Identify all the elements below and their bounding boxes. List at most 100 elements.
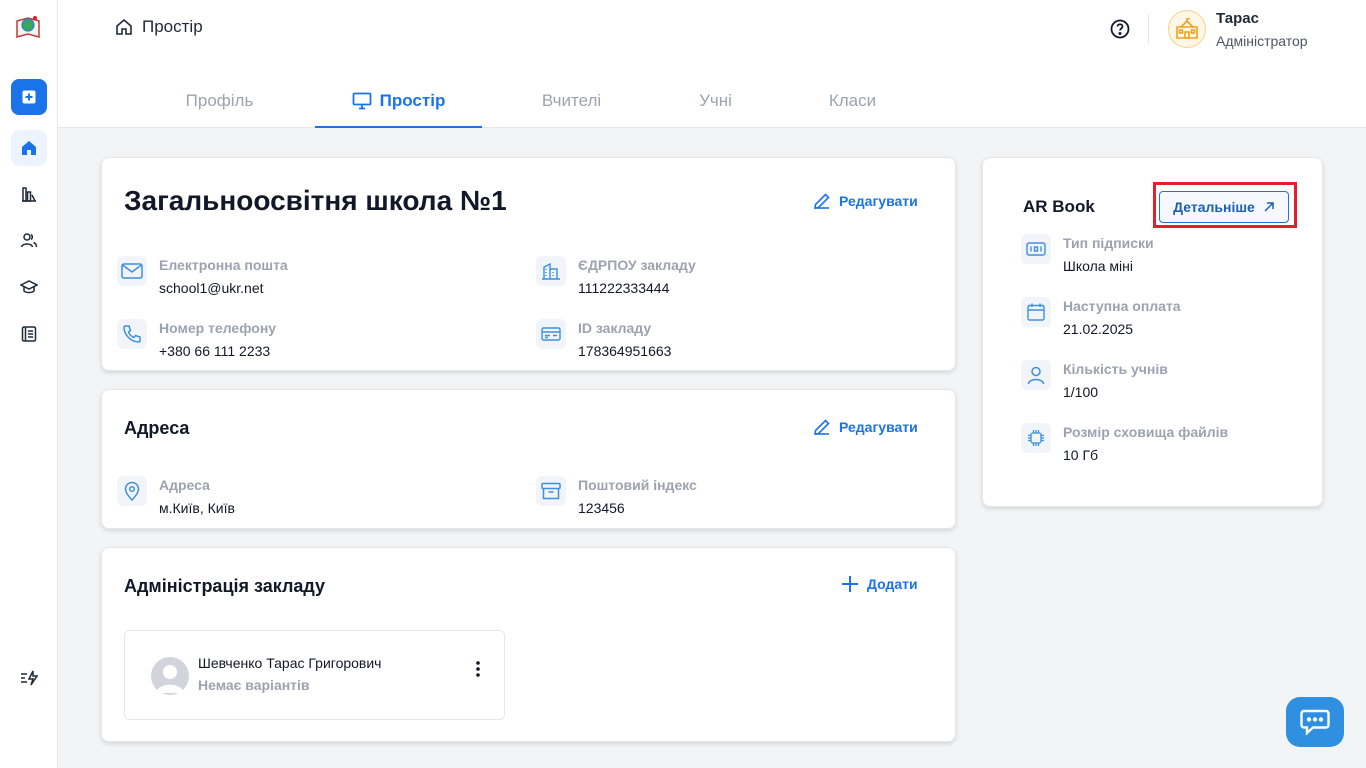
more-vertical-icon[interactable] <box>471 659 485 679</box>
pencil-icon <box>814 419 830 435</box>
tab-label: Профіль <box>185 91 254 110</box>
school-info-card: Загальноосвітня школа №1 Редагувати Елек… <box>101 157 956 371</box>
book-icon <box>21 326 37 342</box>
subscription-card: AR Book Детальніше Тип підписки Школа мін… <box>982 157 1323 507</box>
school-avatar[interactable] <box>1168 10 1206 48</box>
user-role: Адміністратор <box>1216 33 1308 49</box>
chat-support-button[interactable] <box>1286 697 1344 747</box>
tab-classes[interactable]: Класи <box>810 78 895 128</box>
edrpou-field: ЄДРПОУ закладу 111222333444 <box>536 256 696 298</box>
pencil-icon <box>814 193 830 209</box>
chip-icon <box>1021 423 1051 453</box>
add-label: Додати <box>867 576 918 592</box>
calendar-icon <box>1021 297 1051 327</box>
tab-label: Вчителі <box>541 91 602 110</box>
field-value: 10 Гб <box>1063 447 1099 463</box>
sidebar-item-statistics[interactable] <box>11 176 47 212</box>
home-outline-icon <box>116 18 132 35</box>
tab-teachers[interactable]: Вчителі <box>520 78 623 128</box>
field-label: Номер телефону <box>159 320 277 336</box>
bar-chart-icon <box>22 187 36 202</box>
field-label: Розмір сховища файлів <box>1063 424 1229 440</box>
sidebar-add-button[interactable] <box>11 79 47 115</box>
admin-name: Шевченко Тарас Григорович <box>198 655 382 671</box>
field-value: 178364951663 <box>578 343 672 359</box>
chat-bubble-icon <box>1300 709 1330 736</box>
admin-member-card[interactable]: Шевченко Тарас Григорович Немає варіанті… <box>124 630 505 720</box>
avatar <box>151 657 189 695</box>
sidebar-item-users[interactable] <box>11 222 47 258</box>
user-icon <box>1021 360 1051 390</box>
field-label: Тип підписки <box>1063 235 1154 251</box>
sidebar <box>0 0 58 768</box>
address-title: Адреса <box>124 418 190 438</box>
id-card-icon <box>536 319 566 349</box>
field-value: 111222333444 <box>578 280 670 296</box>
field-label: ID закладу <box>578 320 652 336</box>
school-building-icon <box>1176 18 1198 39</box>
sidebar-item-classes[interactable] <box>11 269 47 305</box>
edit-school-button[interactable]: Редагувати <box>812 191 918 211</box>
field-label: Наступна оплата <box>1063 298 1181 314</box>
details-button[interactable]: Детальніше <box>1159 191 1289 223</box>
tab-bar: Профіль Простір Вчителі Учні Класи <box>58 78 1366 128</box>
field-value: 1/100 <box>1063 384 1099 400</box>
header-divider <box>1148 14 1149 44</box>
field-label: ЄДРПОУ закладу <box>578 257 696 273</box>
sidebar-item-quick-actions[interactable] <box>11 660 47 696</box>
field-label: Кількість учнів <box>1063 361 1168 377</box>
field-label: Електронна пошта <box>159 257 288 273</box>
edit-label: Редагувати <box>839 419 918 435</box>
top-header: Простір Тарас Адміністратор Профіль Прос… <box>58 0 1366 128</box>
lightning-icon <box>21 670 38 686</box>
user-name[interactable]: Тарас <box>1216 10 1259 27</box>
field-value: 21.02.2025 <box>1063 321 1134 337</box>
next-payment-field: Наступна оплата 21.02.2025 <box>1021 297 1181 339</box>
field-value: 123456 <box>578 500 625 516</box>
sidebar-item-journal[interactable] <box>11 316 47 352</box>
tab-profile[interactable]: Профіль <box>162 78 277 128</box>
postal-code-field: Поштовий індекс 123456 <box>536 476 697 518</box>
arrow-up-right-icon <box>1264 202 1274 212</box>
ticket-icon <box>1021 234 1051 264</box>
school-id-field: ID закладу 178364951663 <box>536 319 671 361</box>
details-label: Детальніше <box>1173 199 1255 215</box>
storage-size-field: Розмір сховища файлів 10 Гб <box>1021 423 1228 465</box>
edit-label: Редагувати <box>839 193 918 209</box>
graduation-cap-icon <box>20 280 38 294</box>
field-label: Адреса <box>159 477 210 493</box>
administration-card: Адміністрація закладу Додати Шевченко Та… <box>101 547 956 742</box>
tab-label: Учні <box>699 91 732 110</box>
breadcrumb-label: Простір <box>142 17 203 36</box>
administration-title: Адміністрація закладу <box>124 576 326 596</box>
email-field: Електронна пошта school1@ukr.net <box>117 256 288 298</box>
archive-box-icon <box>536 476 566 506</box>
users-icon <box>20 233 38 248</box>
monitor-icon <box>352 92 372 110</box>
building-icon <box>536 256 566 286</box>
school-title: Загальноосвітня школа №1 <box>124 185 507 216</box>
tab-label: Класи <box>828 91 877 110</box>
tab-students[interactable]: Учні <box>678 78 753 128</box>
app-logo-icon[interactable] <box>14 13 42 41</box>
phone-icon <box>117 319 147 349</box>
edit-address-button[interactable]: Редагувати <box>812 417 918 437</box>
breadcrumb[interactable]: Простір <box>115 17 203 37</box>
mail-icon <box>117 256 147 286</box>
tab-space[interactable]: Простір <box>315 78 482 128</box>
field-value: м.Київ, Київ <box>159 500 235 516</box>
student-count-field: Кількість учнів 1/100 <box>1021 360 1168 402</box>
sidebar-item-home[interactable] <box>11 130 47 166</box>
help-icon[interactable] <box>1109 18 1131 40</box>
field-value: +380 66 111 2233 <box>159 343 271 359</box>
subscription-type-field: Тип підписки Школа міні <box>1021 234 1154 276</box>
phone-field: Номер телефону +380 66 111 2233 <box>117 319 276 361</box>
address-field: Адреса м.Київ, Київ <box>117 476 235 518</box>
plus-square-icon <box>22 90 36 104</box>
admin-subtitle: Немає варіантів <box>198 677 310 693</box>
location-pin-icon <box>117 476 147 506</box>
add-admin-button[interactable]: Додати <box>840 574 918 594</box>
plus-icon <box>842 576 858 592</box>
field-label: Поштовий індекс <box>578 477 697 493</box>
field-value: Школа міні <box>1063 258 1134 274</box>
